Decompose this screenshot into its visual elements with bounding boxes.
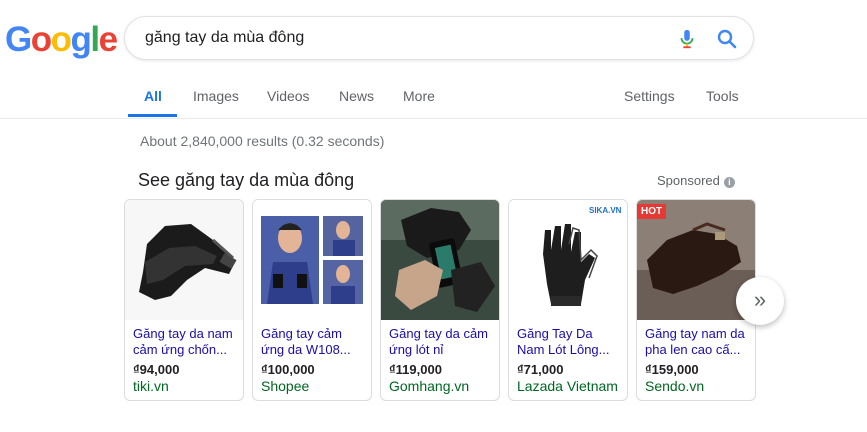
google-logo[interactable]: Google [5,20,118,59]
product-name-line: Găng tay cảm [261,326,342,341]
search-input[interactable] [145,27,645,49]
product-store: Sendo.vn [645,378,705,394]
product-name-line: Găng tay da nam [133,326,233,341]
product-name-line: Găng tay nam da [645,326,745,341]
product-name-line: Nam Lót Lông... [517,342,610,357]
chevron-double-right-icon: » [753,287,767,312]
carousel-next-button[interactable]: » [736,277,784,325]
tab-more[interactable]: More [403,88,435,104]
model-collage-image [253,200,371,320]
product-image [381,200,499,320]
search-tabs: All Images Videos News More Settings Too… [0,78,867,119]
product-name-line: Găng tay da cảm [389,326,488,341]
product-price: ₫100,000 [261,362,315,377]
product-name-line: Găng Tay Da [517,326,593,341]
product-price: ₫159,000 [645,362,699,377]
phone-gloves-image [381,200,499,320]
hot-badge: HOT [637,204,667,219]
logo-letter: o [50,20,72,59]
tab-images[interactable]: Images [193,88,239,104]
product-image [253,200,371,320]
product-name-line: ứng lót nỉ [389,342,444,357]
product-price: ₫94,000 [133,362,180,377]
product-card[interactable]: Găng tay da cảm ứng lót nỉ ₫119,000 Gomh… [380,199,500,401]
product-store: Shopee [261,378,310,394]
tab-all[interactable]: All [144,88,162,104]
logo-letter: g [70,20,92,59]
result-stats: About 2,840,000 results (0.32 seconds) [140,133,385,149]
sponsored-label: Sponsored i [657,173,735,188]
tab-videos[interactable]: Videos [267,88,310,104]
settings-link[interactable]: Settings [624,88,675,104]
product-store: Lazada Vietnam [517,378,618,394]
sponsored-text: Sponsored [657,173,720,188]
glove-image [125,200,243,320]
glove-image [509,200,627,320]
tools-link[interactable]: Tools [706,88,739,104]
product-store: Gomhang.vn [389,378,470,394]
product-card[interactable]: Găng tay cảm ứng da W108... ₫100,000 Sho… [252,199,372,401]
logo-letter: o [30,20,52,59]
product-name-line: cảm ứng chốn... [133,342,227,357]
product-name-line: pha len cao cấ... [645,342,741,357]
info-icon[interactable]: i [723,177,735,188]
microphone-icon[interactable] [676,28,698,50]
product-name[interactable]: Găng Tay Da Nam Lót Lông... [517,326,623,358]
logo-letter: G [5,20,32,59]
product-card[interactable]: Găng tay da nam cảm ứng chốn... ₫94,000 … [124,199,244,401]
product-name[interactable]: Găng tay cảm ứng da W108... [261,326,367,358]
product-name[interactable]: Găng tay nam da pha len cao cấ... [645,326,751,358]
logo-letter: e [98,20,118,59]
product-price: ₫71,000 [517,362,564,377]
product-image [125,200,243,320]
sika-brand-badge: SIKA.VN [589,206,622,215]
product-name-line: ứng da W108... [261,342,351,357]
search-bar [124,16,754,60]
logo-letter: l [90,20,100,59]
product-name[interactable]: Găng tay da nam cảm ứng chốn... [133,326,239,358]
shopping-title: See găng tay da mùa đông [138,170,355,190]
tab-news[interactable]: News [339,88,374,104]
product-image [509,200,627,320]
active-tab-indicator [128,114,177,117]
search-icon[interactable] [715,27,739,51]
product-price: ₫119,000 [389,362,442,377]
product-store: tiki.vn [133,378,169,394]
product-card[interactable]: SIKA.VN Găng Tay Da Nam Lót Lông... ₫71,… [508,199,628,401]
product-name[interactable]: Găng tay da cảm ứng lót nỉ [389,326,495,358]
